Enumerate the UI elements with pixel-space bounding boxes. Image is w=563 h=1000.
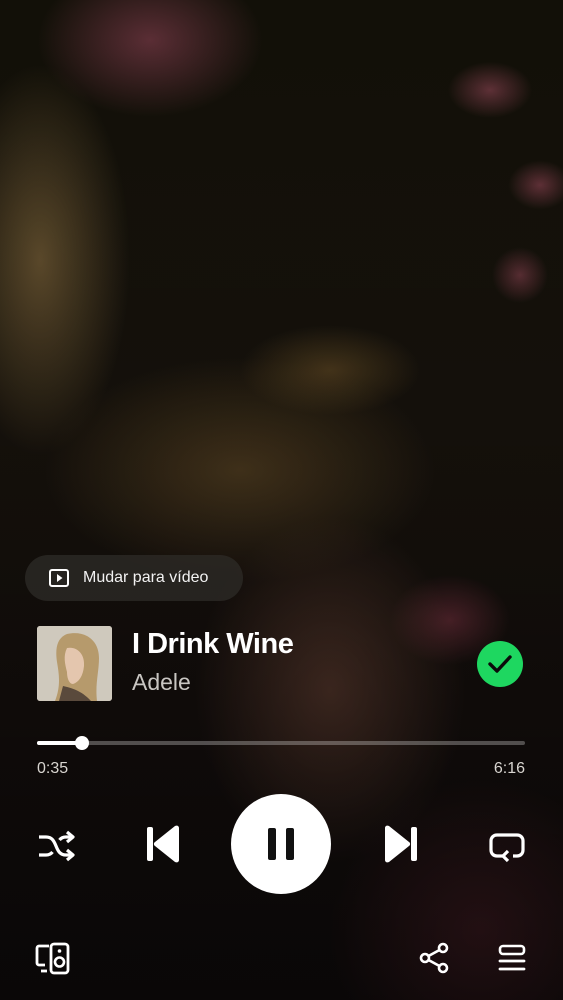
track-title[interactable]: I Drink Wine	[132, 628, 294, 661]
connect-devices-button[interactable]	[34, 940, 72, 976]
switch-to-video-button[interactable]: Mudar para vídeo	[25, 555, 243, 601]
queue-icon	[497, 943, 527, 973]
shuffle-icon	[36, 829, 76, 863]
next-track-button[interactable]	[380, 822, 422, 866]
saved-to-library-button[interactable]	[477, 641, 523, 687]
pause-button[interactable]	[231, 794, 331, 894]
track-artist[interactable]: Adele	[132, 669, 191, 696]
share-icon	[418, 942, 450, 974]
play-square-icon	[49, 569, 69, 587]
pause-icon	[267, 827, 295, 861]
repeat-button[interactable]	[486, 826, 528, 866]
skip-next-icon	[381, 824, 421, 864]
progress-bar[interactable]	[37, 736, 525, 750]
share-button[interactable]	[416, 940, 452, 976]
shuffle-button[interactable]	[36, 826, 76, 866]
check-icon	[488, 654, 512, 674]
queue-button[interactable]	[494, 940, 530, 976]
album-cover[interactable]	[37, 626, 112, 701]
elapsed-time: 0:35	[37, 760, 69, 777]
skip-previous-icon	[143, 824, 183, 864]
previous-track-button[interactable]	[142, 822, 184, 866]
switch-to-video-label: Mudar para vídeo	[83, 569, 209, 586]
total-time: 6:16	[493, 760, 525, 777]
connect-devices-icon	[35, 941, 71, 975]
repeat-icon	[488, 829, 526, 863]
